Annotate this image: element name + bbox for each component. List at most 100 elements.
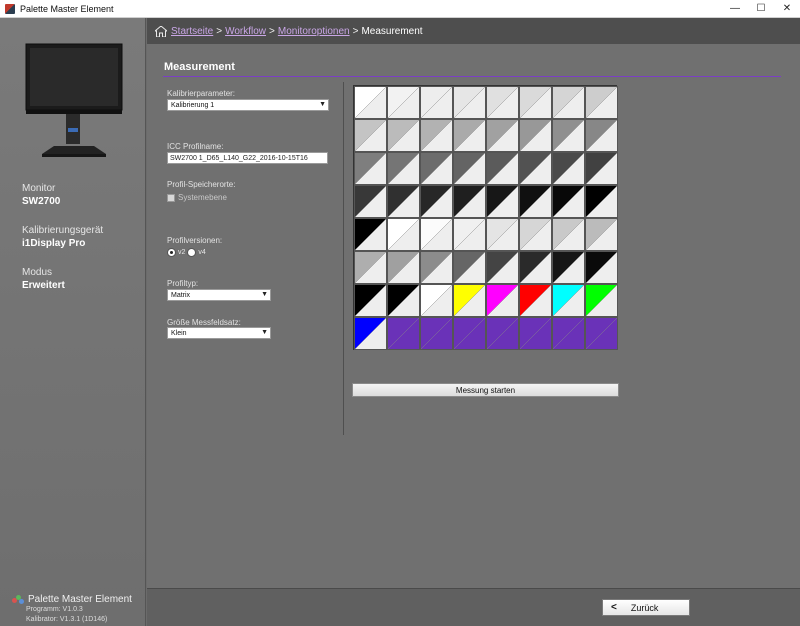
patch-cell <box>585 152 618 185</box>
breadcrumb-monitoroptionen[interactable]: Monitoroptionen <box>278 26 350 37</box>
profiletype-value: Matrix <box>171 291 191 299</box>
calib-param-select[interactable]: Kalibrierung 1 ▼ <box>167 99 329 111</box>
title-bar: Palette Master Element — ☐ ✕ <box>0 0 800 18</box>
patch-cell <box>453 86 486 119</box>
patch-cell <box>354 119 387 152</box>
patch-cell <box>453 251 486 284</box>
patchsize-select[interactable]: Klein ▼ <box>167 327 271 339</box>
patch-cell <box>519 284 552 317</box>
patch-cell <box>552 317 585 350</box>
breadcrumb-separator: > <box>352 25 359 37</box>
patch-cell <box>585 284 618 317</box>
brand: Palette Master Element <box>12 594 132 605</box>
patch-cell <box>519 317 552 350</box>
patch-cell <box>453 152 486 185</box>
patch-cell <box>420 86 453 119</box>
back-button[interactable]: < Zurück <box>602 599 690 616</box>
systemebene-label: Systemebene <box>178 193 227 202</box>
profile-version-radios: v2 v4 <box>167 248 208 257</box>
patch-cell <box>420 152 453 185</box>
patch-cell <box>354 86 387 119</box>
mode-value: Erweitert <box>22 280 65 291</box>
v2-label: v2 <box>178 249 186 256</box>
patch-cell <box>387 86 420 119</box>
monitor-value: SW2700 <box>22 196 61 207</box>
chevron-down-icon: ▼ <box>319 101 326 108</box>
v2-radio[interactable] <box>167 248 176 257</box>
breadcrumb-startseite[interactable]: Startseite <box>171 26 213 37</box>
close-button[interactable]: ✕ <box>774 0 800 18</box>
back-button-label: Zurück <box>630 602 659 613</box>
patch-cell <box>486 86 519 119</box>
patch-cell <box>354 185 387 218</box>
patch-cell <box>552 152 585 185</box>
patch-cell <box>387 251 420 284</box>
calib-param-value: Kalibrierung 1 <box>171 101 215 109</box>
home-icon[interactable] <box>155 25 167 37</box>
patch-cell <box>585 119 618 152</box>
brand-logo-icon <box>12 594 24 605</box>
patch-cell <box>354 317 387 350</box>
start-measurement-button[interactable]: Messung starten <box>352 383 619 397</box>
patch-cell <box>585 317 618 350</box>
patch-cell <box>453 284 486 317</box>
calib-param-label: Kalibrierparameter: <box>167 89 236 98</box>
patchsize-label: Größe Messfeldsatz: <box>167 318 241 327</box>
patch-cell <box>420 119 453 152</box>
patch-cell <box>420 218 453 251</box>
breadcrumb-workflow[interactable]: Workflow <box>225 26 266 37</box>
patch-cell <box>486 185 519 218</box>
sidebar: Monitor SW2700 Kalibrierungsgerät i1Disp… <box>0 18 146 626</box>
version-label: Profilversionen: <box>167 236 223 245</box>
storage-option[interactable]: Systemebene <box>167 193 227 202</box>
patch-cell <box>387 119 420 152</box>
minimize-button[interactable]: — <box>722 0 748 18</box>
patch-cell <box>585 251 618 284</box>
patch-cell <box>420 284 453 317</box>
device-value: i1Display Pro <box>22 238 86 249</box>
v4-radio[interactable] <box>187 248 197 257</box>
patch-cell <box>486 317 519 350</box>
section-title: Measurement <box>164 61 235 73</box>
mode-label: Modus <box>22 267 53 278</box>
patch-cell <box>420 185 453 218</box>
patch-cell <box>387 284 420 317</box>
patch-cell <box>552 284 585 317</box>
vertical-divider <box>343 82 344 435</box>
program-version: Programm: V1.0.3 <box>26 606 83 613</box>
monitor-label: Monitor <box>22 183 56 194</box>
icc-profile-name-input[interactable]: SW2700 1_D65_L140_G22_2016-10-15T16 <box>167 152 328 164</box>
footer: < Zurück <box>147 588 800 626</box>
patch-cell <box>354 284 387 317</box>
measurement-patch-grid <box>353 85 618 350</box>
section-divider <box>163 76 781 77</box>
patch-cell <box>486 284 519 317</box>
brand-name: Palette Master Element <box>28 594 132 605</box>
systemebene-checkbox[interactable] <box>167 193 175 202</box>
patch-cell <box>387 152 420 185</box>
patch-cell <box>519 218 552 251</box>
patch-cell <box>486 152 519 185</box>
breadcrumb-separator: > <box>216 25 223 37</box>
v4-label: v4 <box>198 249 206 256</box>
patch-cell <box>585 86 618 119</box>
patchsize-value: Klein <box>171 329 187 337</box>
patch-cell <box>453 185 486 218</box>
profiletype-select[interactable]: Matrix ▼ <box>167 289 271 301</box>
patch-cell <box>552 218 585 251</box>
patch-cell <box>387 218 420 251</box>
patch-cell <box>387 185 420 218</box>
device-label: Kalibrierungsgerät <box>22 225 104 236</box>
maximize-button[interactable]: ☐ <box>748 0 774 18</box>
patch-cell <box>552 86 585 119</box>
patch-cell <box>519 86 552 119</box>
profiletype-label: Profiltyp: <box>167 279 199 288</box>
patch-cell <box>486 218 519 251</box>
window-title: Palette Master Element <box>20 3 114 14</box>
patch-cell <box>420 317 453 350</box>
breadcrumb: Startseite > Workflow > Monitoroptionen … <box>147 18 800 44</box>
patch-cell <box>552 185 585 218</box>
patch-cell <box>519 251 552 284</box>
chevron-down-icon: ▼ <box>261 329 268 336</box>
calibrator-version: Kalibrator: V1.3.1 (1D146) <box>26 616 108 623</box>
